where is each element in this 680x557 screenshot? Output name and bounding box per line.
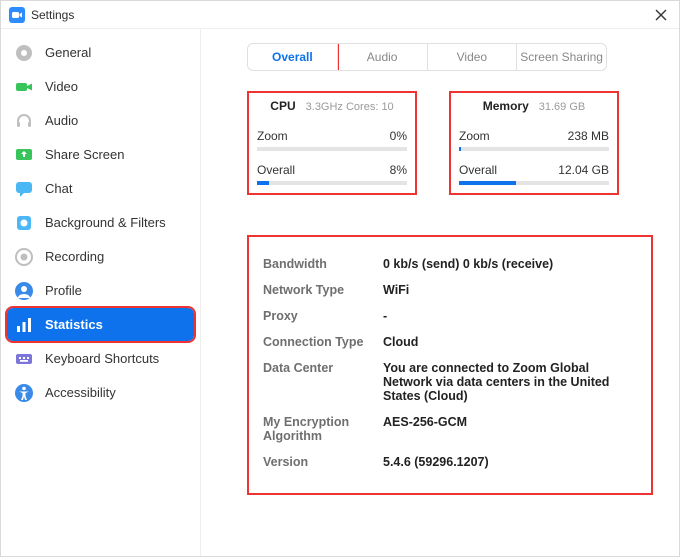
sidebar-item-stats[interactable]: Statistics — [7, 308, 194, 341]
stats-tabs: OverallAudioVideoScreen Sharing — [247, 43, 607, 71]
version-value: 5.4.6 (59296.1207) — [383, 455, 637, 469]
send-report-link[interactable]: Send report — [467, 555, 534, 556]
sidebar-item-label: Background & Filters — [45, 215, 166, 230]
record-icon — [13, 246, 35, 268]
cpu-subtitle: 3.3GHz Cores: 10 — [306, 101, 394, 113]
cpu-zoom-label: Zoom — [257, 129, 288, 143]
gear-icon — [13, 42, 35, 64]
zoom-app-icon — [9, 7, 25, 23]
cpu-title: CPU — [270, 99, 295, 113]
main-pane: OverallAudioVideoScreen Sharing CPU 3.3G… — [201, 29, 679, 556]
bandwidth-label: Bandwidth — [263, 257, 383, 271]
settings-window: Settings GeneralVideoAudioShare ScreenCh… — [0, 0, 680, 557]
sidebar-item-label: Video — [45, 79, 78, 94]
version-label: Version — [263, 455, 383, 469]
sidebar-item-shortcuts[interactable]: Keyboard Shortcuts — [7, 342, 194, 375]
cpu-zoom-value: 0% — [390, 129, 407, 143]
connection-details: Bandwidth0 kb/s (send) 0 kb/s (receive) … — [247, 235, 653, 495]
share-icon — [13, 144, 35, 166]
sidebar-item-general[interactable]: General — [7, 36, 194, 69]
sidebar-item-video[interactable]: Video — [7, 70, 194, 103]
connection-type-value: Cloud — [383, 335, 637, 349]
close-button[interactable] — [651, 5, 671, 25]
sidebar-item-label: Keyboard Shortcuts — [45, 351, 159, 366]
sidebar-item-chat[interactable]: Chat — [7, 172, 194, 205]
sidebar-item-share[interactable]: Share Screen — [7, 138, 194, 171]
keyboard-icon — [13, 348, 35, 370]
encryption-label: My Encryption Algorithm — [263, 415, 383, 443]
camcorder-icon — [13, 76, 35, 98]
sidebar-item-label: Profile — [45, 283, 82, 298]
memory-panel: Memory 31.69 GB Zoom 238 MB Overall — [449, 91, 619, 195]
filters-icon — [13, 212, 35, 234]
tab-video[interactable]: Video — [427, 44, 517, 70]
footer: Found a problem? Send report — [247, 555, 653, 556]
sidebar-item-label: Accessibility — [45, 385, 116, 400]
sidebar: General Video Audio Share Screen Chat Backgro… — [1, 29, 201, 556]
cpu-overall-label: Overall — [257, 163, 295, 177]
sidebar-item-label: Chat — [45, 181, 72, 196]
profile-icon — [13, 280, 35, 302]
sidebar-item-bgfilters[interactable]: Background & Filters — [7, 206, 194, 239]
access-icon — [13, 382, 35, 404]
sidebar-item-label: Share Screen — [45, 147, 125, 162]
tab-screen[interactable]: Screen Sharing — [516, 44, 606, 70]
bandwidth-value: 0 kb/s (send) 0 kb/s (receive) — [383, 257, 637, 271]
headset-icon — [13, 110, 35, 132]
cpu-zoom-bar — [257, 147, 407, 151]
titlebar: Settings — [1, 1, 679, 29]
data-center-value: You are connected to Zoom Global Network… — [383, 361, 637, 403]
tab-overall[interactable]: Overall — [248, 44, 337, 70]
sidebar-item-label: Audio — [45, 113, 78, 128]
tab-audio[interactable]: Audio — [337, 44, 427, 70]
stats-icon — [13, 314, 35, 336]
sidebar-item-label: General — [45, 45, 91, 60]
memory-title: Memory — [483, 99, 529, 113]
encryption-value: AES-256-GCM — [383, 415, 637, 443]
memory-subtitle: 31.69 GB — [539, 101, 585, 113]
memory-overall-label: Overall — [459, 163, 497, 177]
window-title: Settings — [31, 8, 74, 22]
data-center-label: Data Center — [263, 361, 383, 403]
cpu-overall-bar — [257, 181, 407, 185]
sidebar-item-profile[interactable]: Profile — [7, 274, 194, 307]
proxy-value: - — [383, 309, 637, 323]
close-icon — [655, 9, 667, 21]
memory-zoom-bar — [459, 147, 609, 151]
memory-zoom-label: Zoom — [459, 129, 490, 143]
chat-icon — [13, 178, 35, 200]
memory-overall-bar — [459, 181, 609, 185]
sidebar-item-label: Statistics — [45, 317, 103, 332]
cpu-panel: CPU 3.3GHz Cores: 10 Zoom 0% Overall — [247, 91, 417, 195]
memory-overall-value: 12.04 GB — [558, 163, 609, 177]
sidebar-item-audio[interactable]: Audio — [7, 104, 194, 137]
network-type-value: WiFi — [383, 283, 637, 297]
proxy-label: Proxy — [263, 309, 383, 323]
sidebar-item-access[interactable]: Accessibility — [7, 376, 194, 409]
connection-type-label: Connection Type — [263, 335, 383, 349]
sidebar-item-label: Recording — [45, 249, 104, 264]
cpu-overall-value: 8% — [390, 163, 407, 177]
network-type-label: Network Type — [263, 283, 383, 297]
memory-zoom-value: 238 MB — [568, 129, 609, 143]
sidebar-item-recording[interactable]: Recording — [7, 240, 194, 273]
footer-prompt: Found a problem? — [366, 555, 467, 556]
